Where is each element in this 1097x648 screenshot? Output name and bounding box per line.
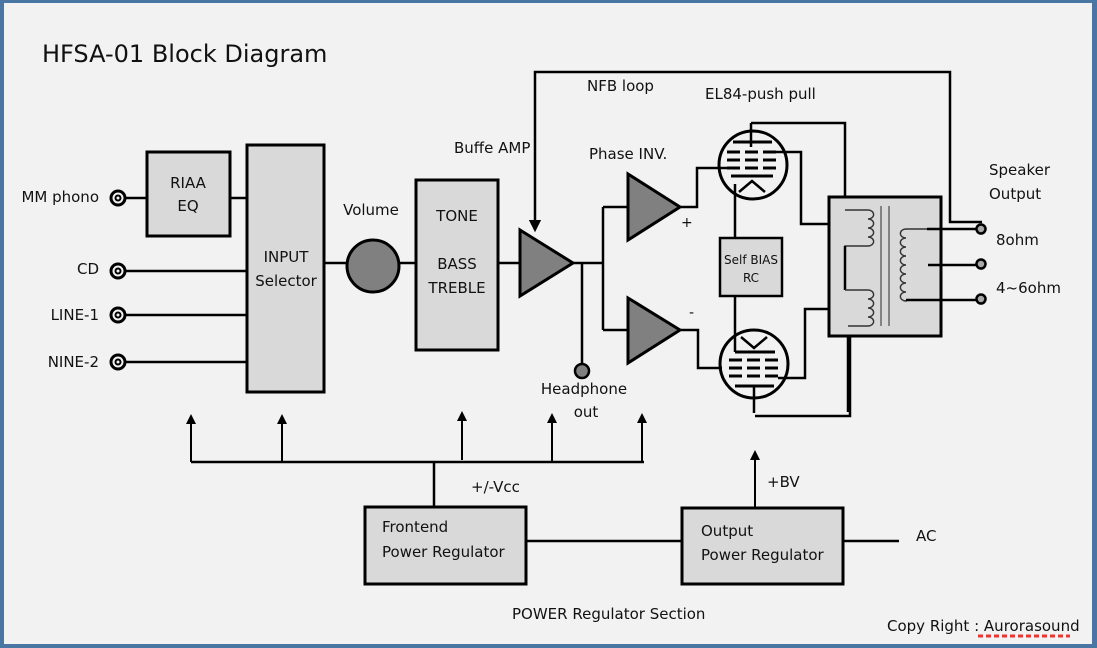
phase-minus-sign: - xyxy=(689,305,694,321)
input-label-cd: CD xyxy=(77,260,99,278)
headphone-jack xyxy=(573,362,591,380)
speaker-8ohm-label: 8ohm xyxy=(996,231,1039,249)
speaker-output-label-1: Speaker xyxy=(989,161,1051,179)
copyright-text: Copy Right : Aurorasound xyxy=(887,617,1080,635)
input-jack-cd xyxy=(109,262,127,280)
treble-label: TREBLE xyxy=(427,279,485,297)
input-jack-mm-phono xyxy=(109,189,127,207)
tone-label: TONE xyxy=(435,207,478,225)
headphone-label-1: Headphone xyxy=(541,380,627,398)
speaker-terminal-common xyxy=(975,258,987,270)
phase-inv-amp-plus xyxy=(626,171,683,243)
self-bias-rc-block xyxy=(718,236,784,298)
input-label-mm-phono: MM phono xyxy=(21,188,99,206)
el84-tube-lower xyxy=(718,328,790,413)
riaa-eq-label-2: EQ xyxy=(177,197,198,215)
buffer-amp-triangle xyxy=(518,227,576,299)
input-jack-line-1 xyxy=(109,306,127,324)
el84-tube-upper xyxy=(717,123,789,201)
phase-inv-label: Phase INV. xyxy=(589,145,667,163)
copyright-prefix: Copy Right : xyxy=(887,617,984,635)
nfb-loop-label: NFB loop xyxy=(587,77,654,95)
power-section-label: POWER Regulator Section xyxy=(512,605,705,623)
self-bias-label-2: RC xyxy=(743,271,759,285)
buffer-amp-label: Buffe AMP xyxy=(454,139,530,157)
bass-label: BASS xyxy=(437,255,477,273)
bv-label: +BV xyxy=(767,473,800,491)
diagram-canvas: HFSA-01 Block Diagram MM phono CD LINE-1… xyxy=(4,3,1092,644)
frontend-regulator-label-2: Power Regulator xyxy=(382,543,506,561)
input-selector-label-2: Selector xyxy=(255,272,317,290)
block-diagram: HFSA-01 Block Diagram MM phono CD LINE-1… xyxy=(21,40,1080,638)
headphone-label-2: out xyxy=(574,403,599,421)
output-transformer xyxy=(827,195,943,338)
output-regulator-label-2: Power Regulator xyxy=(701,546,825,564)
output-regulator-label-1: Output xyxy=(701,522,753,540)
input-selector-label-1: INPUT xyxy=(264,248,310,266)
input-label-nine-2: NINE-2 xyxy=(48,353,99,371)
input-selector-block xyxy=(245,143,326,394)
riaa-eq-label-1: RIAA xyxy=(170,174,207,192)
diagram-title: HFSA-01 Block Diagram xyxy=(42,40,327,68)
speaker-output-label-2: Output xyxy=(989,185,1041,203)
vcc-label: +/-Vcc xyxy=(471,478,520,496)
phase-inv-amp-minus xyxy=(626,295,683,366)
frontend-regulator-label-1: Frontend xyxy=(382,518,448,536)
riaa-eq-block xyxy=(145,150,232,238)
input-label-line-1: LINE-1 xyxy=(51,306,99,324)
phase-plus-sign: + xyxy=(681,215,693,231)
speaker-terminal-4-6ohm xyxy=(975,293,987,305)
volume-knob xyxy=(345,238,401,294)
input-jack-nine-2 xyxy=(109,353,127,371)
speaker-4-6ohm-label: 4~6ohm xyxy=(996,279,1061,297)
self-bias-label-1: Self BIAS xyxy=(724,253,778,267)
copyright-name: Aurorasound xyxy=(984,617,1080,635)
output-tubes-label: EL84-push pull xyxy=(705,85,816,103)
volume-label: Volume xyxy=(343,201,399,219)
ac-label: AC xyxy=(916,527,936,545)
speaker-terminal-8ohm xyxy=(975,223,987,235)
